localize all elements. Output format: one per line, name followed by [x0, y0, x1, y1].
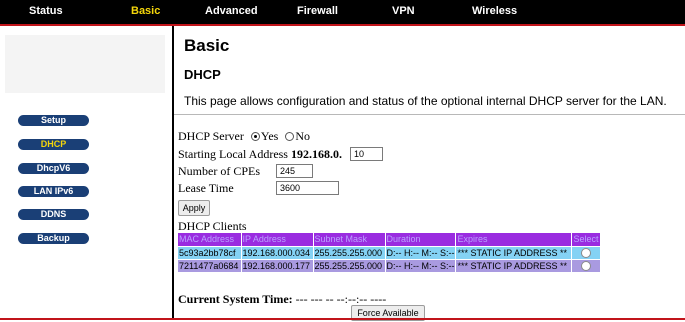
cell-ip: 192.168.000.177 — [241, 259, 314, 273]
col-duration: Duration — [385, 233, 457, 247]
nav-tab-basic[interactable]: Basic — [131, 5, 160, 17]
cell-subnet: 255.255.255.000 — [313, 259, 386, 273]
cell-duration: D:-- H:-- M:-- S:-- — [385, 259, 457, 273]
nav-tab-vpn[interactable]: VPN — [392, 5, 415, 17]
lease-time-label: Lease Time — [178, 181, 234, 195]
start-address-row: Starting Local Address 192.168.0. — [178, 147, 342, 162]
table-row: 7211477a0684 192.168.000.177 255.255.255… — [178, 259, 601, 273]
dhcp-server-no-radio[interactable] — [285, 132, 295, 141]
cpes-row: Number of CPEs — [178, 164, 260, 179]
system-time-value: --- --- -- --:--:-- ---- — [295, 292, 387, 306]
col-expires: Expires — [455, 233, 573, 247]
page-description: This page allows configuration and statu… — [184, 94, 667, 108]
cell-expires: *** STATIC IP ADDRESS ** — [455, 246, 573, 260]
page-title: Basic — [184, 36, 230, 55]
dhcp-server-yes-radio[interactable] — [250, 132, 260, 141]
dhcp-clients-table: MAC Address IP Address Subnet Mask Durat… — [178, 233, 601, 273]
main-content: Basic DHCP This page allows configuratio… — [174, 26, 685, 321]
apply-button[interactable]: Apply — [178, 200, 210, 216]
select-radio[interactable] — [581, 260, 592, 271]
col-mac-address: MAC Address — [178, 233, 242, 247]
sidebar-item-backup[interactable]: Backup — [18, 233, 89, 244]
section-title: DHCP — [184, 67, 221, 82]
sidebar-item-lan-ipv6[interactable]: LAN IPv6 — [18, 186, 89, 197]
dhcp-server-row: DHCP Server Yes No — [178, 129, 310, 144]
cell-expires: *** STATIC IP ADDRESS ** — [455, 259, 573, 273]
sidebar: Setup DHCP DhcpV6 LAN IPv6 DDNS Backup — [0, 26, 172, 318]
col-ip-address: IP Address — [241, 233, 314, 247]
cell-duration: D:-- H:-- M:-- S:-- — [385, 246, 457, 260]
lease-time-row: Lease Time — [178, 181, 234, 196]
col-subnet-mask: Subnet Mask — [313, 233, 386, 247]
lease-time-input[interactable]: 3600 — [276, 181, 339, 195]
sidebar-item-dhcpv6[interactable]: DhcpV6 — [18, 163, 89, 174]
col-select: Select — [571, 233, 601, 247]
cell-subnet: 255.255.255.000 — [313, 246, 386, 260]
nav-tab-firewall[interactable]: Firewall — [297, 5, 338, 17]
cpes-label: Number of CPEs — [178, 164, 260, 178]
dhcp-server-no-label: No — [295, 129, 311, 143]
divider — [174, 114, 685, 115]
top-nav-bar: Status Basic Advanced Firewall VPN Wirel… — [0, 0, 685, 26]
nav-tab-wireless[interactable]: Wireless — [472, 5, 517, 17]
system-time-label: Current System Time: — [178, 292, 293, 306]
table-row: 5c93a2bb78cf 192.168.000.034 255.255.255… — [178, 246, 601, 260]
dhcp-clients-heading: DHCP Clients — [178, 219, 247, 233]
nav-tab-advanced[interactable]: Advanced — [205, 5, 258, 17]
dhcp-server-label: DHCP Server — [178, 129, 244, 143]
start-address-label: Starting Local Address — [178, 147, 288, 161]
cell-mac: 7211477a0684 — [178, 259, 242, 273]
sidebar-item-setup[interactable]: Setup — [18, 115, 89, 126]
dhcp-server-yes-label: Yes — [260, 129, 279, 143]
table-header-row: MAC Address IP Address Subnet Mask Durat… — [178, 233, 601, 247]
cell-select — [571, 259, 601, 273]
sidebar-item-dhcp[interactable]: DHCP — [18, 139, 89, 150]
start-address-prefix: 192.168.0. — [290, 147, 342, 161]
cell-mac: 5c93a2bb78cf — [178, 246, 242, 260]
cpes-input[interactable]: 245 — [276, 164, 313, 178]
select-radio[interactable] — [581, 247, 592, 258]
start-address-input[interactable]: 10 — [350, 147, 383, 161]
nav-tab-status[interactable]: Status — [29, 5, 63, 17]
sidebar-item-ddns[interactable]: DDNS — [18, 209, 89, 220]
cell-ip: 192.168.000.034 — [241, 246, 314, 260]
bottom-accent-line — [0, 318, 685, 320]
cell-select — [571, 246, 601, 260]
logo-placeholder — [5, 35, 165, 93]
